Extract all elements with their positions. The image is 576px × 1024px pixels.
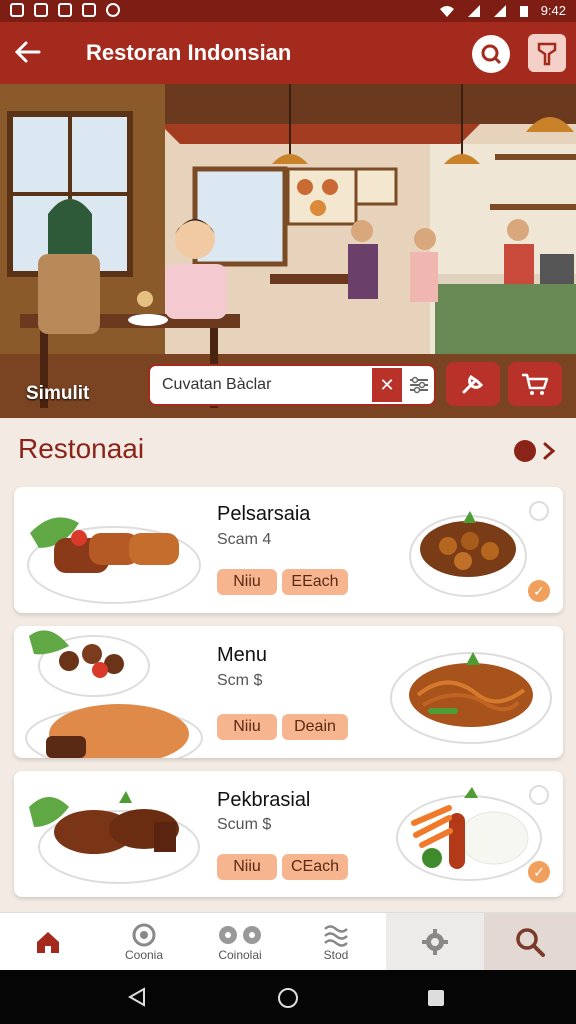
menu-card[interactable]: Menu Scm $ Niiu Deain — [14, 626, 563, 758]
bottom-nav: Coonia Coinolai Stod — [0, 912, 576, 971]
favorite-toggle[interactable] — [529, 785, 549, 805]
search-button[interactable] — [472, 35, 510, 73]
menu-tag[interactable]: Niiu — [217, 714, 277, 740]
dish-image — [25, 630, 203, 758]
wave-icon — [324, 925, 348, 947]
check-badge-icon[interactable]: ✓ — [528, 580, 550, 602]
notification-icon — [58, 3, 72, 17]
menu-tag[interactable]: EEach — [282, 569, 348, 595]
menu-item-price: Scm $ — [217, 672, 263, 689]
cart-icon — [522, 373, 549, 395]
filter-button[interactable] — [404, 368, 434, 402]
menu-item-name: Menu — [217, 644, 268, 666]
section-title: Restonaai — [18, 433, 145, 464]
menu-item-price: Scum $ — [217, 816, 272, 833]
gear-icon — [422, 929, 448, 955]
menu-item-name: Pekbrasial — [217, 789, 311, 811]
tab-coinolai[interactable]: Coinolai — [192, 913, 288, 971]
menu-tag[interactable]: Deain — [282, 714, 348, 740]
favorite-toggle[interactable] — [529, 501, 549, 521]
more-dot-icon — [514, 440, 536, 462]
filter-icon — [410, 376, 428, 394]
menu-tag[interactable]: Niiu — [217, 569, 277, 595]
back-arrow-icon[interactable] — [12, 36, 44, 68]
menu-card[interactable]: Pekbrasial Scum $ Niiu CEach ✓ — [14, 771, 563, 897]
home-icon — [37, 932, 59, 953]
search-icon — [516, 928, 545, 957]
status-bar: 9:42 — [0, 0, 576, 22]
tab-label: Stod — [323, 948, 349, 962]
clear-search-button[interactable]: ✕ — [372, 368, 402, 402]
recents-icon[interactable] — [426, 988, 446, 1008]
ring-icon — [132, 923, 156, 947]
dish-bowl-image — [409, 511, 527, 597]
notification-icons — [10, 3, 120, 17]
tab-coonia[interactable]: Coonia — [96, 913, 192, 971]
close-icon: ✕ — [379, 374, 395, 395]
tools-button[interactable] — [446, 362, 500, 406]
wrench-icon — [462, 374, 484, 394]
notification-icon — [10, 3, 24, 17]
notification-icon — [106, 3, 120, 17]
tab-home[interactable] — [0, 913, 96, 971]
signal-icon — [493, 4, 506, 17]
signal-icon — [467, 4, 480, 17]
tab-search[interactable] — [484, 913, 576, 971]
search-icon — [481, 44, 502, 65]
check-badge-icon[interactable]: ✓ — [528, 861, 550, 883]
tab-stod[interactable]: Stod — [288, 913, 384, 971]
notification-icon — [82, 3, 96, 17]
section-more-button[interactable] — [514, 440, 556, 462]
menu-item-price: Scam 4 — [217, 531, 272, 548]
status-right: 9:42 — [439, 3, 566, 18]
tab-label: Coonia — [124, 948, 164, 962]
notification-icon — [34, 3, 48, 17]
cart-button[interactable] — [508, 362, 562, 406]
back-icon[interactable] — [126, 986, 148, 1008]
search-input[interactable]: Cuvatan Bàclar — [162, 376, 271, 394]
home-circle-icon[interactable] — [276, 986, 300, 1010]
menu-card[interactable]: Pelsarsaia Scam 4 Niiu EEach ✓ — [14, 487, 563, 613]
chef-icon — [537, 42, 557, 66]
hero-label: Simulit — [26, 383, 90, 404]
flower-icon — [219, 926, 261, 944]
status-time: 9:42 — [540, 3, 566, 18]
battery-icon — [519, 5, 528, 17]
menu-tag[interactable]: CEach — [282, 854, 348, 880]
search-bar[interactable]: Cuvatan Bàclar ✕ — [148, 364, 436, 406]
dish-image — [27, 517, 201, 604]
tab-label: Coinolai — [218, 948, 262, 962]
rice-plate-image — [396, 787, 542, 881]
app-bar: Restoran Indonsian — [0, 22, 576, 84]
system-nav-bar — [0, 970, 576, 1024]
wifi-icon — [439, 5, 454, 17]
menu-item-name: Pelsarsaia — [217, 503, 311, 525]
dish-image — [29, 791, 200, 884]
page-title: Restoran Indonsian — [86, 40, 292, 65]
chevron-right-icon — [543, 442, 556, 460]
profile-button[interactable] — [528, 34, 566, 72]
tab-settings[interactable] — [386, 913, 484, 971]
menu-tag[interactable]: Niiu — [217, 854, 277, 880]
noodle-plate-image — [390, 652, 552, 744]
